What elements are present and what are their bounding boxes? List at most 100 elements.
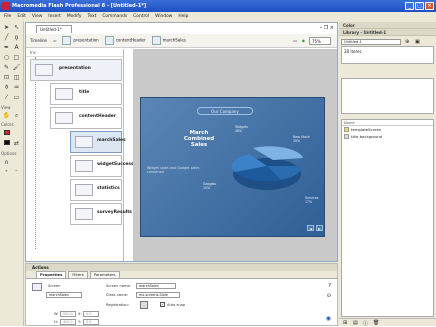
library-item-title-background[interactable]: title background	[342, 133, 433, 140]
insert-screen-button[interactable]: Ins	[26, 49, 123, 57]
screen-name-field[interactable]: marchSales	[136, 283, 176, 289]
menu-window[interactable]: Window	[155, 12, 172, 21]
pencil-tool-icon[interactable]: ✎	[2, 63, 11, 72]
document-controls: – ❐ ×	[320, 25, 334, 31]
straighten-option-icon[interactable]: ⁻	[12, 168, 21, 177]
screen-item-widgetsuccess[interactable]: widgetSuccess	[70, 155, 134, 177]
menu-insert[interactable]: Insert	[48, 12, 61, 21]
new-symbol-icon[interactable]: ⊞	[343, 320, 347, 326]
rectangle-tool-icon[interactable]: □	[12, 53, 21, 62]
edit-scene-icon[interactable]: ▭	[293, 38, 297, 43]
library-panel-header[interactable]: Library - Untitled-1	[339, 29, 436, 36]
screen-name: widgetSuccess	[97, 162, 134, 167]
zoom-select[interactable]: 75%	[309, 37, 331, 45]
expand-panel-icon[interactable]: ◉	[326, 315, 331, 322]
help-icon[interactable]: ?	[328, 283, 331, 289]
edit-symbol-icon[interactable]: ◆	[302, 38, 305, 43]
menu-edit[interactable]: Edit	[17, 12, 26, 21]
y-field[interactable]: 0.0	[83, 319, 99, 325]
colors-section-label: Colors	[1, 122, 14, 127]
tab-parameters[interactable]: Parameters	[89, 271, 120, 278]
paint-bucket-tool-icon[interactable]: ♒	[12, 83, 21, 92]
selection-tool-icon[interactable]: ➤	[2, 23, 11, 32]
label-new-stock: New Stock 20%	[293, 135, 310, 143]
pen-tool-icon[interactable]: ✒	[2, 43, 11, 52]
class-name-field[interactable]: mx.screens.Slide	[136, 292, 180, 298]
screen-item-marchsales[interactable]: marchSales	[70, 131, 126, 153]
menu-commands[interactable]: Commands	[102, 12, 127, 21]
screen-item-presentation[interactable]: presentation	[30, 59, 122, 81]
folder-icon	[344, 127, 349, 132]
minimize-button[interactable]: _	[405, 2, 414, 10]
instance-name-field[interactable]: marchSales	[46, 292, 82, 298]
class-name-label: Class name:	[106, 293, 128, 297]
swap-colors-icon[interactable]: ⇄	[12, 139, 21, 148]
stage-area[interactable]: Our Company March Combined Sales Widget …	[133, 49, 337, 261]
doc-close-icon[interactable]: ×	[330, 25, 334, 31]
prev-slide-button[interactable]: ◄	[307, 225, 314, 231]
pie-chart-graphic	[231, 146, 303, 190]
smooth-option-icon[interactable]: ⁺	[2, 168, 11, 177]
menu-control[interactable]: Control	[133, 12, 149, 21]
screen-name-label: Screen name:	[106, 284, 131, 288]
snap-option-icon[interactable]: ∩	[2, 158, 11, 167]
screen-item-surveyresults[interactable]: surveyResults	[70, 203, 132, 225]
line-tool-icon[interactable]: ╱	[2, 33, 11, 42]
eyedropper-tool-icon[interactable]: ⁄	[2, 93, 11, 102]
menu-help[interactable]: Help	[178, 12, 188, 21]
screen-item-statistics[interactable]: statistics	[70, 179, 122, 201]
breadcrumb-contentheader[interactable]: contentHeader	[104, 36, 146, 45]
slide-subtitle: Widget sales and Gadget sales combined	[147, 166, 200, 174]
x-field[interactable]: 0.0	[83, 311, 99, 317]
doc-restore-icon[interactable]: ❐	[324, 25, 328, 31]
brush-tool-icon[interactable]: 🖌	[12, 63, 21, 72]
new-library-icon[interactable]: ▣	[415, 39, 420, 45]
pin-icon[interactable]: ⊕	[405, 39, 409, 45]
label-widgets: Widgets 48%	[235, 125, 248, 133]
zoom-tool-icon[interactable]: ⌕	[12, 111, 21, 120]
timeline-button[interactable]: Timeline	[30, 38, 47, 43]
autosnap-checkbox[interactable]: ✓	[160, 302, 165, 307]
maximize-button[interactable]: □	[415, 2, 424, 10]
back-arrow-icon[interactable]: ⇦	[53, 38, 56, 43]
free-transform-tool-icon[interactable]: ⊡	[2, 73, 11, 82]
slide-marchsales[interactable]: Our Company March Combined Sales Widget …	[140, 97, 325, 237]
menu-file[interactable]: File	[4, 12, 11, 21]
library-item-templatescreen[interactable]: templateScreen	[342, 126, 433, 133]
width-field[interactable]: 550.0	[60, 311, 76, 317]
registration-grid-icon[interactable]	[140, 301, 148, 309]
fill-color-icon[interactable]	[2, 139, 11, 148]
screen-item-contentheader[interactable]: contentHeader	[50, 107, 122, 129]
text-tool-icon[interactable]: A	[12, 43, 21, 52]
next-slide-button[interactable]: ►	[316, 225, 323, 231]
new-folder-icon[interactable]: ▤	[353, 320, 358, 326]
panel-options-icon[interactable]: ⊙	[327, 293, 331, 299]
library-document-select[interactable]: Untitled-1	[341, 39, 401, 45]
tab-filters[interactable]: Filters	[68, 271, 88, 278]
doc-minimize-icon[interactable]: –	[320, 25, 323, 31]
eraser-tool-icon[interactable]: ▭	[12, 93, 21, 102]
screen-item-title[interactable]: title	[50, 83, 122, 105]
menu-view[interactable]: View	[32, 12, 42, 21]
screen-icon	[151, 36, 161, 45]
close-button[interactable]: ×	[425, 2, 434, 10]
stroke-color-icon[interactable]	[2, 129, 11, 138]
ink-bottle-tool-icon[interactable]: ⚱	[2, 83, 11, 92]
document-tab[interactable]: Untitled-1*	[36, 25, 72, 33]
oval-tool-icon[interactable]: ○	[2, 53, 11, 62]
color-panel-header[interactable]: Color	[339, 22, 436, 29]
tree-connector	[35, 57, 36, 249]
tab-properties[interactable]: Properties	[36, 271, 67, 278]
fill-transform-tool-icon[interactable]: ◫	[12, 73, 21, 82]
label-gadgets: Gadgets 15%	[203, 182, 217, 190]
lasso-tool-icon[interactable]: ϙ	[12, 33, 21, 42]
breadcrumb-presentation[interactable]: presentation	[62, 36, 99, 45]
subselection-tool-icon[interactable]: ↖	[12, 23, 21, 32]
breadcrumb-marchsales[interactable]: marchSales	[151, 36, 186, 45]
menu-modify[interactable]: Modify	[67, 12, 82, 21]
actions-panel-header[interactable]: Actions	[26, 264, 337, 271]
height-field[interactable]: 400.0	[60, 319, 76, 325]
delete-icon[interactable]: 🗑	[373, 320, 379, 326]
menu-text[interactable]: Text	[87, 12, 96, 21]
hand-tool-icon[interactable]: ✋	[2, 111, 11, 120]
